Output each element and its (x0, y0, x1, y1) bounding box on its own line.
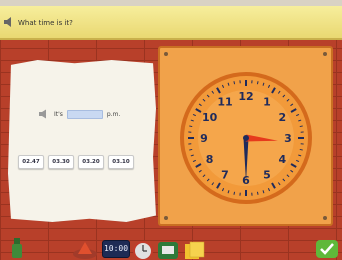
clock-number: 12 (238, 90, 253, 103)
clock-tick (189, 148, 193, 151)
option-button[interactable]: 02.47 (18, 155, 44, 169)
clock-number: 10 (202, 111, 218, 124)
question-paper (8, 60, 156, 222)
page-title: What time is it? (18, 19, 73, 27)
clock-number: 11 (217, 96, 232, 109)
toolbar: 10:00 (0, 238, 342, 260)
question-sentence: It's p.m. (38, 108, 120, 120)
check-icon[interactable] (316, 240, 338, 258)
clock-tick (256, 81, 259, 85)
clock-tick (299, 148, 303, 151)
clock-number: 9 (200, 132, 208, 145)
option-button[interactable]: 03.10 (108, 155, 134, 169)
answer-input[interactable] (66, 109, 103, 119)
clock-number: 2 (279, 111, 287, 124)
book-icon[interactable] (156, 240, 180, 260)
clock-number: 4 (279, 153, 287, 166)
speaker-icon[interactable] (3, 16, 15, 28)
clock-board: 121234567891011 (158, 46, 333, 226)
sentence-prefix: It's (54, 110, 63, 118)
analog-clock-icon[interactable] (132, 240, 154, 260)
shape-tool-icon[interactable] (72, 240, 98, 260)
clock-tick (299, 125, 303, 128)
clock-tick (233, 191, 236, 195)
clock-tick (189, 125, 193, 128)
clock-number: 8 (206, 153, 214, 166)
speaker-icon[interactable] (38, 109, 50, 119)
clock-center-pin (243, 135, 249, 141)
files-icon[interactable] (184, 240, 208, 260)
clock-number: 5 (263, 168, 271, 181)
analog-clock[interactable]: 121234567891011 (158, 46, 333, 226)
option-button[interactable]: 03.30 (48, 155, 74, 169)
digital-readout: 10:00 (103, 244, 129, 253)
title-bar: What time is it? (0, 6, 342, 40)
bottle-icon[interactable] (10, 238, 24, 258)
clock-number: 3 (284, 132, 292, 145)
clock-tick (256, 191, 259, 195)
digital-clock-icon[interactable]: 10:00 (102, 240, 130, 258)
answer-options: 02.47 03.30 03.20 03.10 (18, 155, 134, 169)
sentence-suffix: p.m. (106, 110, 121, 118)
option-button[interactable]: 03.20 (78, 155, 104, 169)
clock-number: 1 (263, 96, 271, 109)
clock-number: 7 (221, 168, 229, 181)
clock-tick (233, 81, 236, 85)
